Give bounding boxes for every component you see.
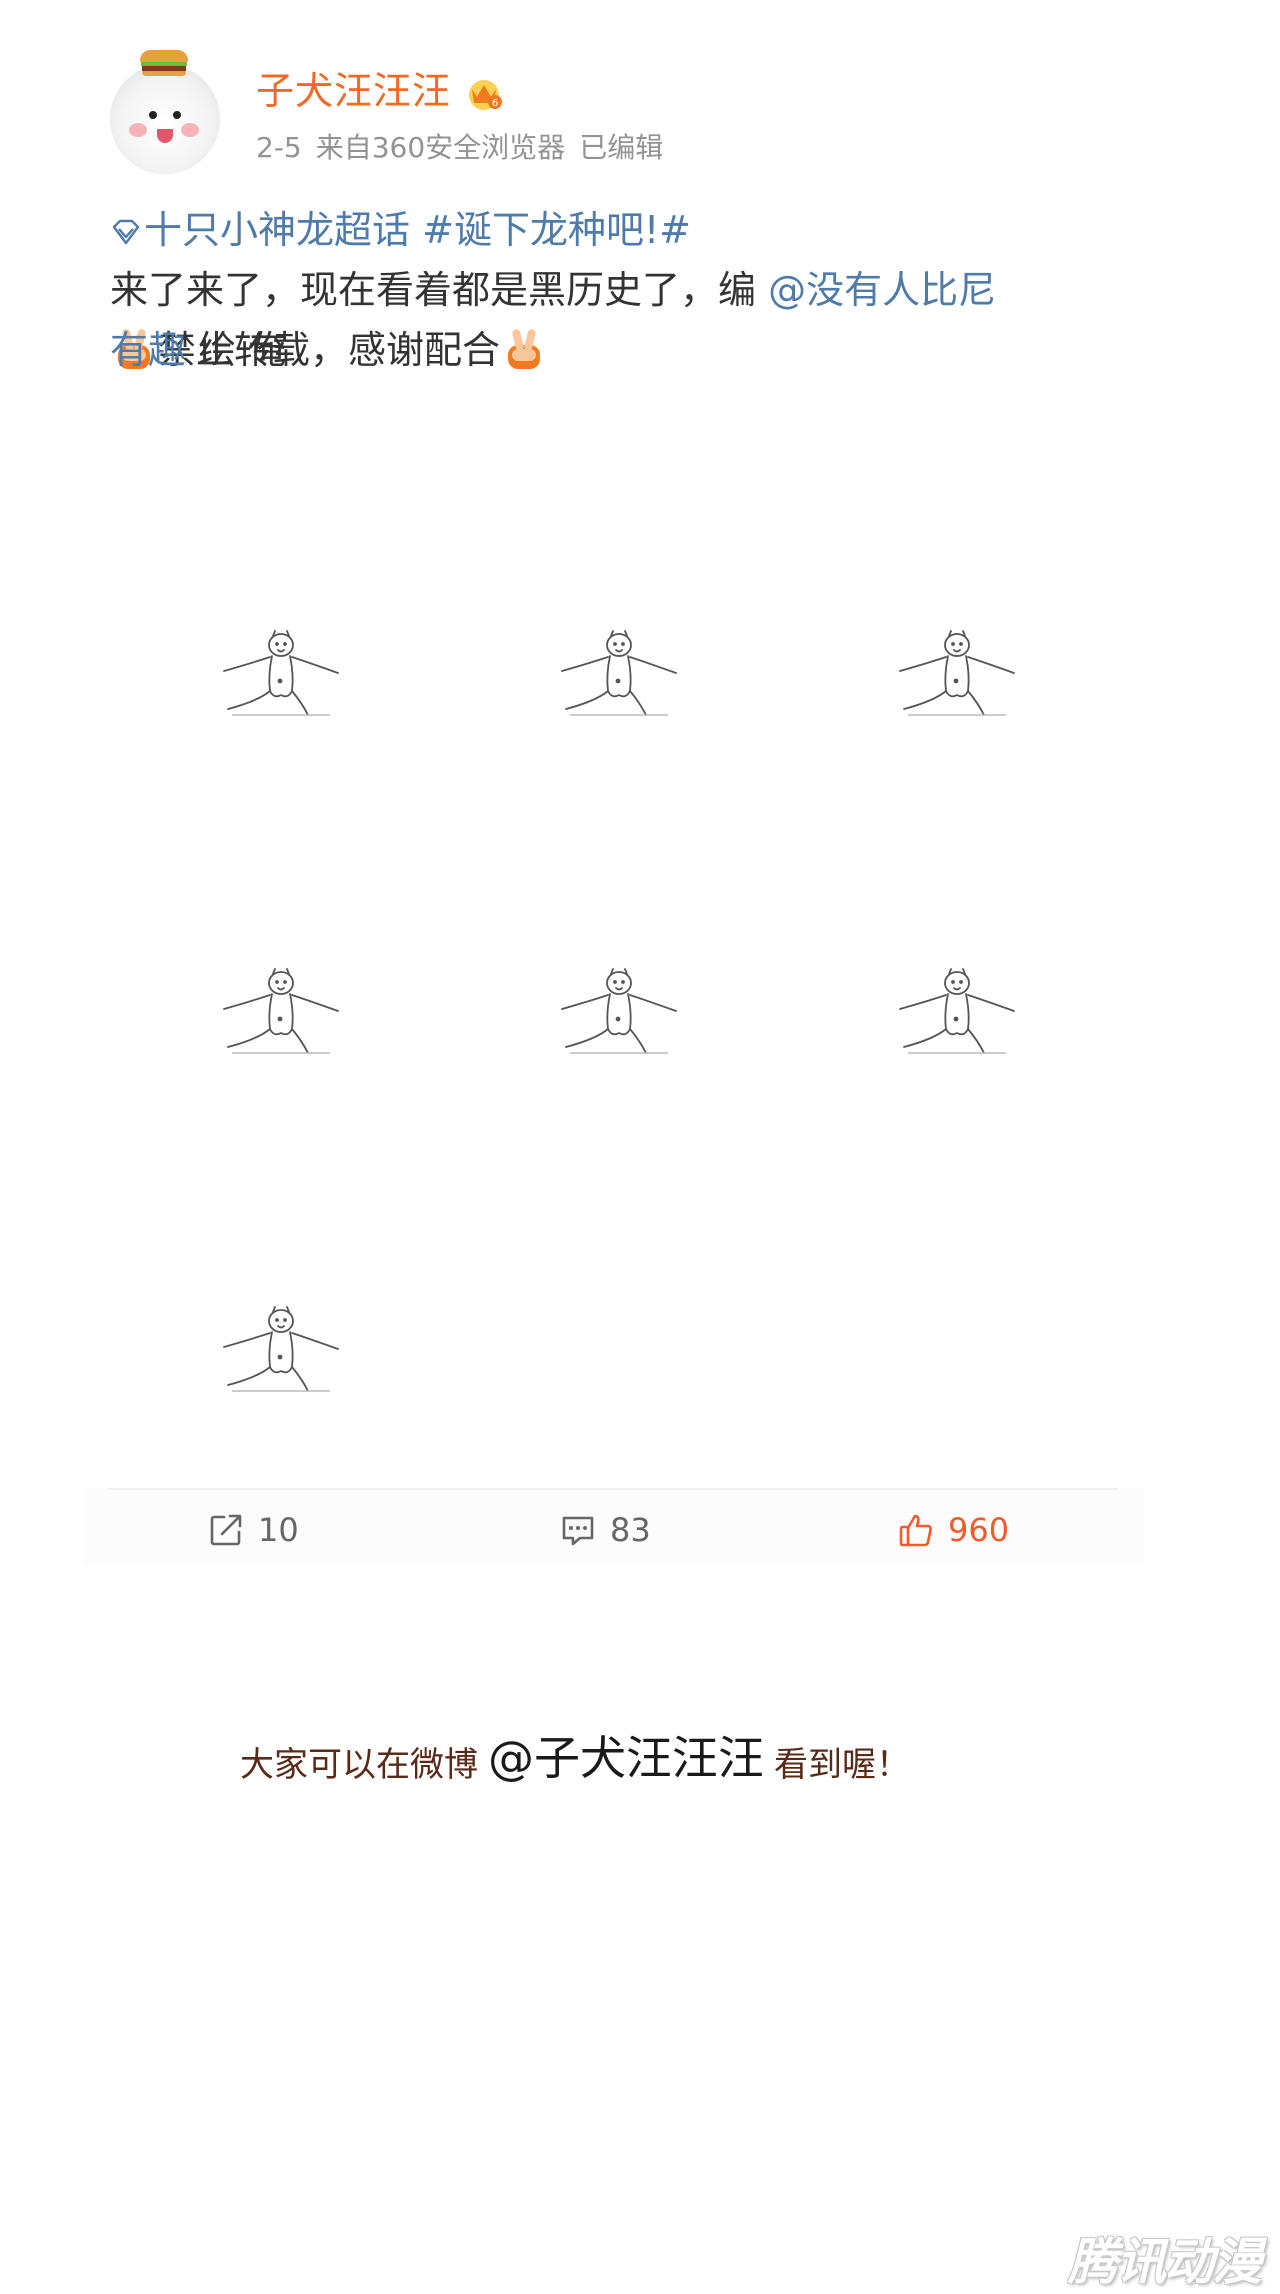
vip-crown-icon: 6 xyxy=(469,80,502,110)
sketch-figure-icon xyxy=(561,968,677,1054)
thumbs-up-icon xyxy=(899,1514,932,1547)
action-divider xyxy=(108,1488,1118,1490)
sketch-figure-icon xyxy=(899,630,1015,716)
tencent-comic-watermark: 腾讯动漫 xyxy=(1068,2233,1262,2291)
avatar-image xyxy=(110,64,220,174)
topic-line: 十只小神龙超话 #诞下龙种吧!# xyxy=(110,200,1110,260)
avatar[interactable] xyxy=(108,50,223,175)
post-image-thumbnail[interactable] xyxy=(786,843,1116,1173)
sketch-figure-icon xyxy=(899,968,1015,1054)
body-text-1: 来了来了，现在看着都是黑历史了，编 xyxy=(110,268,757,312)
post-image-thumbnail[interactable] xyxy=(448,843,778,1173)
like-count: 960 xyxy=(948,1511,1010,1549)
peace-hand-icon xyxy=(508,329,541,369)
repost-icon xyxy=(210,1514,242,1546)
comment-button[interactable]: 83 xyxy=(560,1510,651,1550)
footer-handle: @子犬汪汪汪 xyxy=(488,1731,764,1785)
sketch-figure-icon xyxy=(223,630,339,716)
svg-text:6: 6 xyxy=(492,98,498,109)
footer-suffix: 看到喔！ xyxy=(774,1745,910,1785)
post-header: 子犬汪汪汪 6 2-5 来自360安全浏览器 已编辑 xyxy=(108,50,1108,180)
post-image-thumbnail[interactable] xyxy=(110,843,440,1173)
mention-link-continued[interactable]: 有趣 xyxy=(110,328,186,372)
post-meta: 2-5 来自360安全浏览器 已编辑 xyxy=(256,130,677,166)
post-image-thumbnail[interactable] xyxy=(110,1181,440,1511)
super-topic-diamond-icon xyxy=(112,219,140,245)
mention-link[interactable]: @没有人比尼 xyxy=(768,268,996,312)
footer-note: 大家可以在微博 @子犬汪汪汪 看到喔！ xyxy=(240,1722,1040,1785)
post-image-thumbnail[interactable] xyxy=(110,505,440,835)
repost-count: 10 xyxy=(258,1511,299,1549)
post-image-thumbnail[interactable] xyxy=(448,505,778,835)
post-time: 2-5 xyxy=(256,131,302,164)
sketch-figure-icon xyxy=(223,968,339,1054)
burger-icon xyxy=(140,50,188,76)
body-line-2-visible: 有趣 绘 俺 xyxy=(110,320,286,380)
comment-count: 83 xyxy=(610,1511,651,1549)
author-name[interactable]: 子犬汪汪汪 xyxy=(256,68,451,114)
like-button[interactable]: 960 xyxy=(898,1510,1009,1550)
comment-icon xyxy=(562,1516,594,1546)
sketch-figure-icon xyxy=(223,1306,339,1392)
sketch-figure-icon xyxy=(561,630,677,716)
hashtag-link[interactable]: #诞下龙种吧!# xyxy=(422,208,691,252)
repost-button[interactable]: 10 xyxy=(208,1510,299,1550)
super-topic-link[interactable]: 十只小神龙超话 xyxy=(144,208,410,252)
footer-prefix: 大家可以在微博 xyxy=(240,1745,478,1785)
body-line-1: 来了来了，现在看着都是黑历史了，编 @没有人比尼 xyxy=(110,260,1110,320)
image-grid xyxy=(110,505,1130,1510)
body-text-2: 绘 俺 xyxy=(198,328,287,372)
post-source[interactable]: 来自360安全浏览器 xyxy=(316,131,565,164)
edited-label[interactable]: 已编辑 xyxy=(579,131,663,164)
post-image-thumbnail[interactable] xyxy=(786,505,1116,835)
